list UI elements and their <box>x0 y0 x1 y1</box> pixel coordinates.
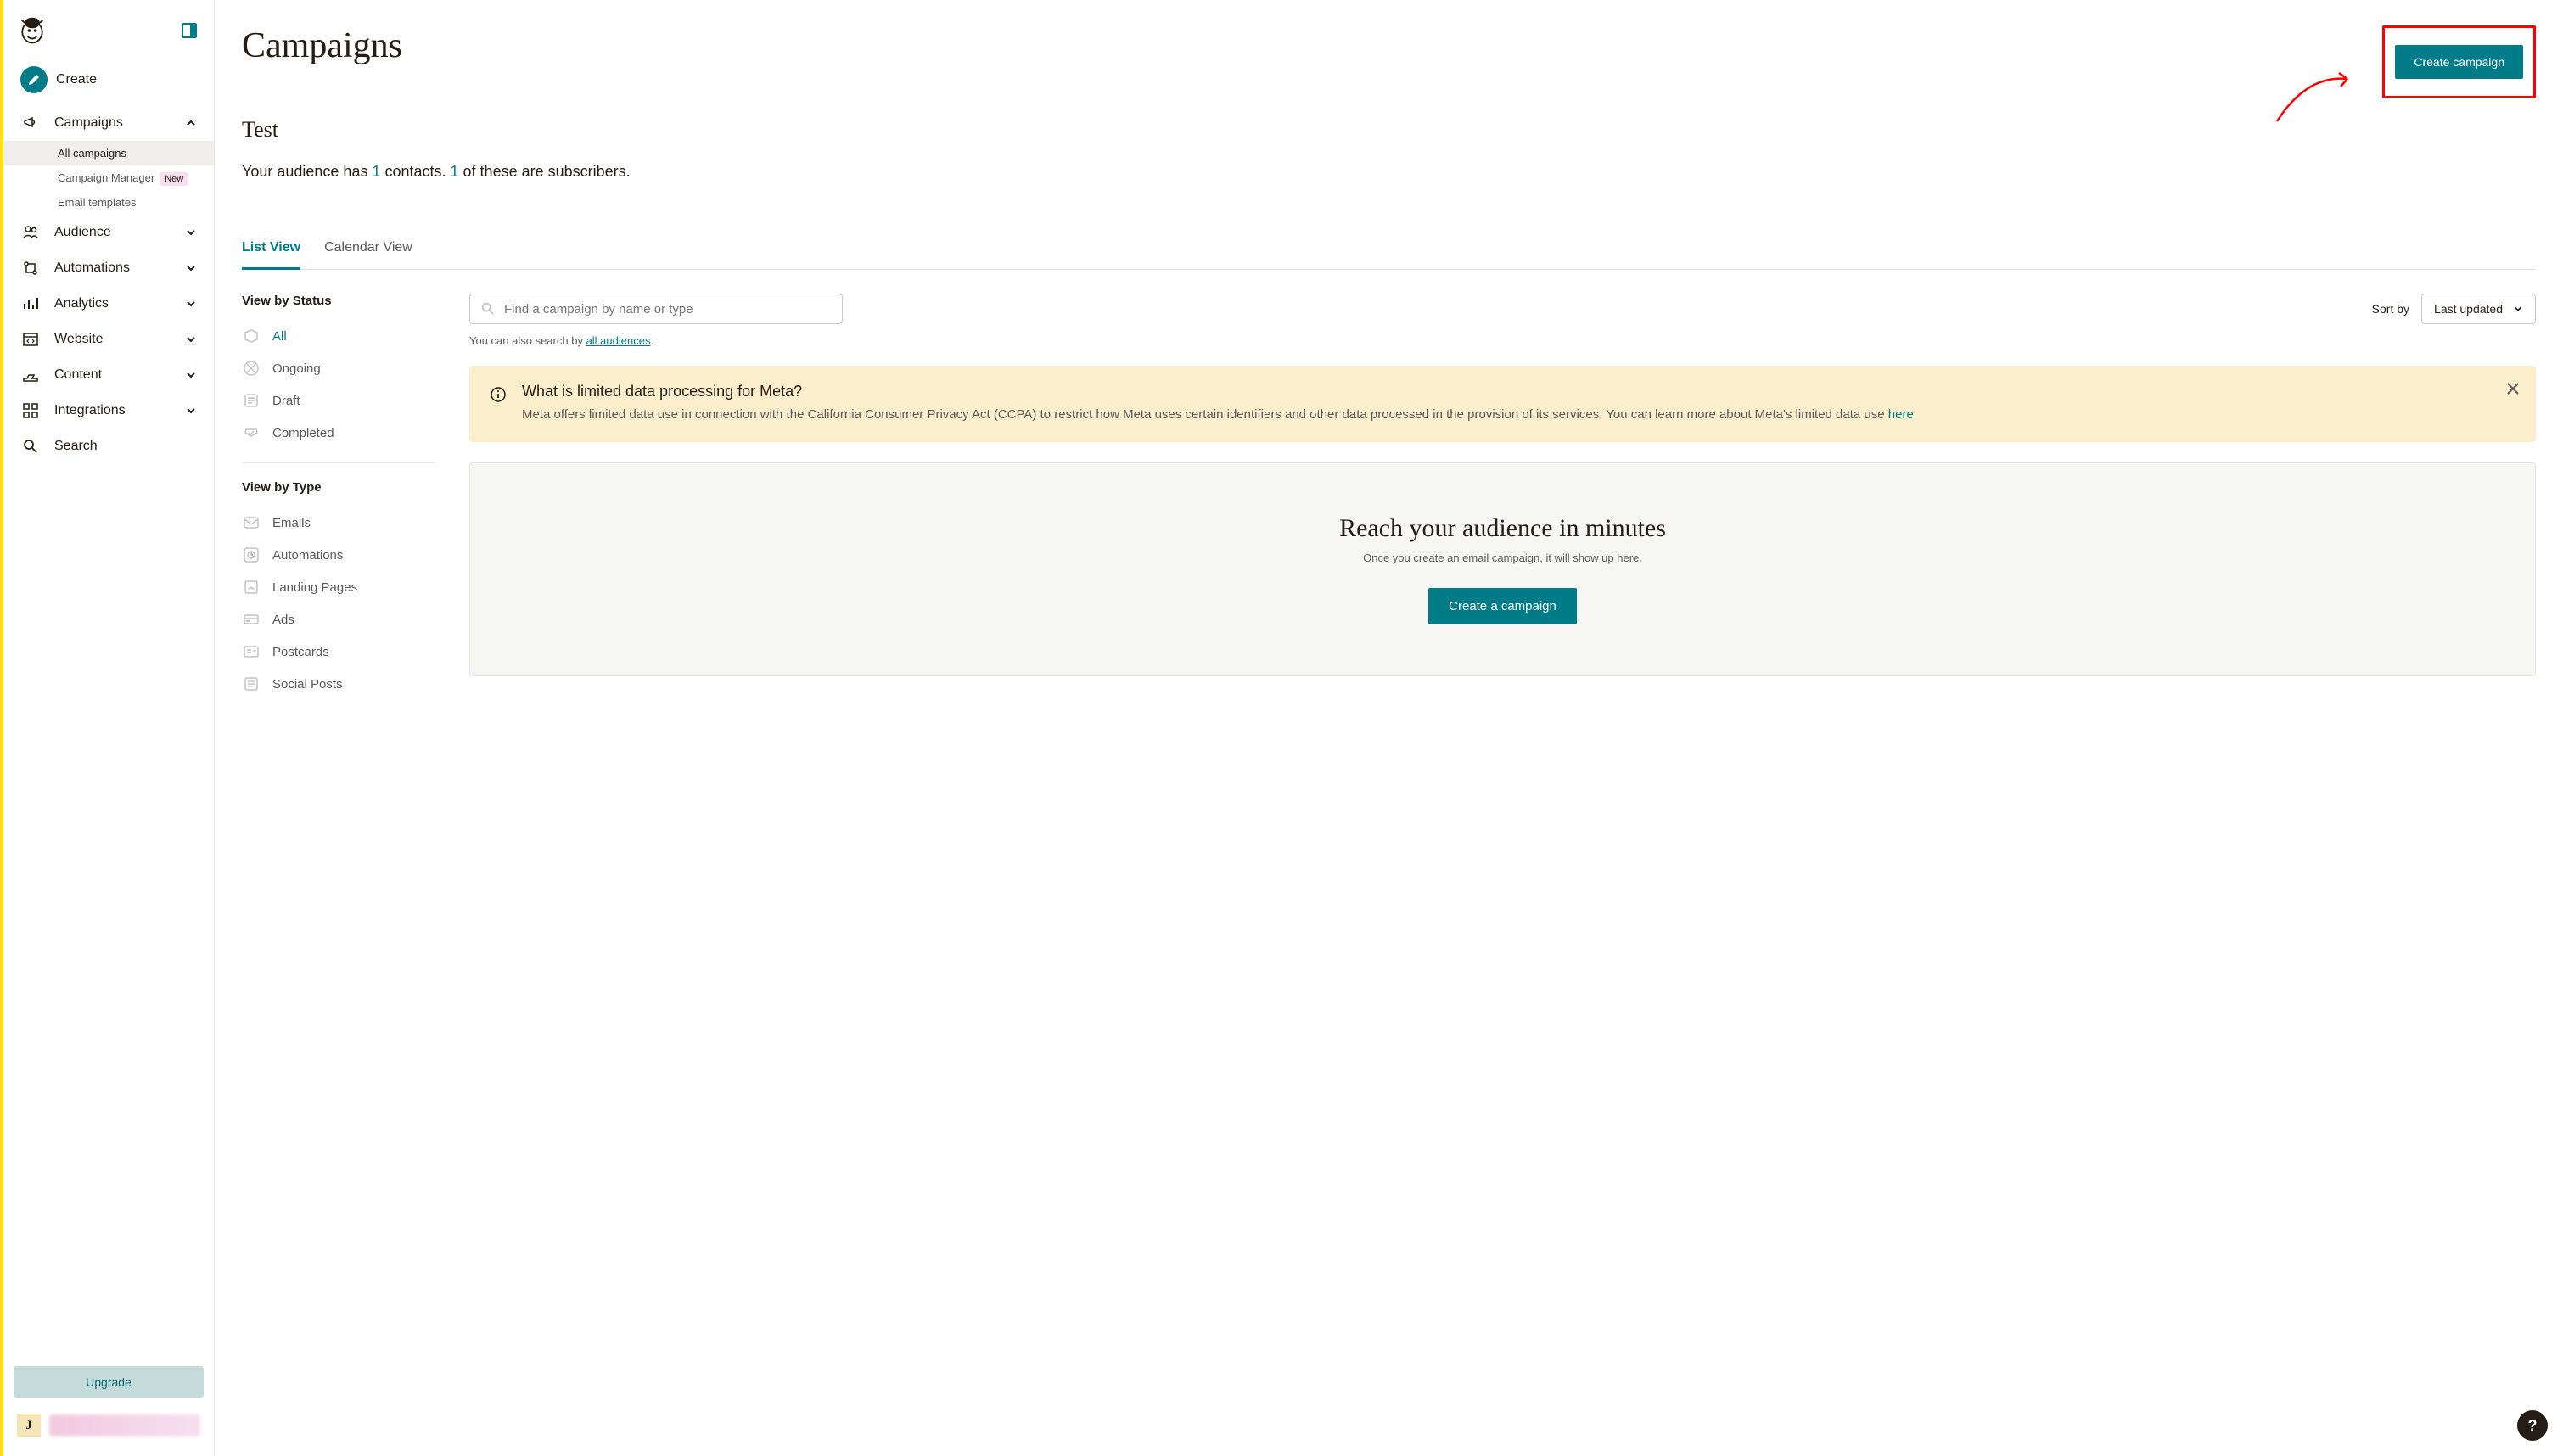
audience-summary: Your audience has 1 contacts. 1 of these… <box>242 163 2536 181</box>
notice-here-link[interactable]: here <box>1888 407 1914 422</box>
chevron-down-icon <box>185 405 197 417</box>
sidebar-item-campaigns[interactable]: Campaigns <box>3 105 214 141</box>
chevron-down-icon <box>185 298 197 310</box>
filter-type-social-posts[interactable]: Social Posts <box>242 668 435 700</box>
sidebar-item-automations[interactable]: Automations <box>3 250 214 286</box>
user-account-row[interactable]: J <box>14 1405 204 1446</box>
filter-type-landing-pages[interactable]: Landing Pages <box>242 571 435 603</box>
type-heading: View by Type <box>242 480 435 495</box>
info-icon <box>490 386 507 425</box>
website-icon <box>20 331 41 348</box>
empty-state: Reach your audience in minutes Once you … <box>469 462 2536 676</box>
chevron-down-icon <box>2513 304 2523 314</box>
annotation-highlight-box: Create campaign <box>2382 25 2536 98</box>
ads-icon <box>242 610 261 629</box>
filter-type-automations[interactable]: Automations <box>242 539 435 571</box>
landing-page-icon <box>242 578 261 596</box>
create-a-campaign-button[interactable]: Create a campaign <box>1428 588 1577 624</box>
search-icon <box>20 438 41 455</box>
automations-icon <box>20 260 41 277</box>
filters-panel: View by Status All Ongoing Draft Complet… <box>242 294 435 700</box>
redacted-username <box>49 1414 200 1436</box>
analytics-icon <box>20 295 41 312</box>
search-input[interactable] <box>504 302 832 316</box>
filter-status-completed[interactable]: Completed <box>242 417 435 449</box>
social-icon <box>242 675 261 693</box>
sidebar-item-content[interactable]: Content <box>3 357 214 393</box>
create-campaign-button[interactable]: Create campaign <box>2395 45 2523 79</box>
main-content: Campaigns Create campaign Test Your audi… <box>215 0 2563 1456</box>
empty-subtitle: Once you create an email campaign, it wi… <box>487 552 2518 564</box>
sidebar-collapse-icon[interactable] <box>182 23 197 38</box>
sidebar-item-analytics[interactable]: Analytics <box>3 286 214 322</box>
chevron-up-icon <box>185 117 197 129</box>
chevron-down-icon <box>185 227 197 238</box>
contact-count: 1 <box>372 163 380 180</box>
sidebar-item-website[interactable]: Website <box>3 322 214 357</box>
pencil-icon <box>20 66 48 93</box>
help-fab[interactable]: ? <box>2517 1410 2548 1441</box>
tab-calendar-view[interactable]: Calendar View <box>324 232 412 269</box>
chevron-down-icon <box>185 333 197 345</box>
new-badge: New <box>160 172 188 186</box>
filter-status-draft[interactable]: Draft <box>242 384 435 417</box>
nav-label: Integrations <box>54 403 126 418</box>
search-box[interactable] <box>469 294 843 324</box>
filter-type-ads[interactable]: Ads <box>242 603 435 636</box>
nav-label: Website <box>54 332 104 347</box>
sub-item-campaign-manager[interactable]: Campaign ManagerNew <box>3 165 214 190</box>
sub-item-email-templates[interactable]: Email templates <box>3 190 214 215</box>
page-title: Campaigns <box>242 25 402 66</box>
completed-icon <box>242 423 261 442</box>
create-nav-item[interactable]: Create <box>3 59 214 105</box>
all-icon <box>242 327 261 345</box>
close-icon[interactable] <box>2505 381 2521 396</box>
filter-type-postcards[interactable]: Postcards <box>242 636 435 668</box>
audience-icon <box>20 224 41 241</box>
email-icon <box>242 513 261 532</box>
megaphone-icon <box>20 115 41 132</box>
postcard-icon <box>242 642 261 661</box>
audience-name: Test <box>242 117 2536 143</box>
automation-type-icon <box>242 546 261 564</box>
info-notice: What is limited data processing for Meta… <box>469 366 2536 442</box>
nav-label: Search <box>54 439 98 454</box>
nav-label: Content <box>54 367 102 383</box>
avatar: J <box>17 1414 41 1437</box>
draft-icon <box>242 391 261 410</box>
filter-status-all[interactable]: All <box>242 320 435 352</box>
integrations-icon <box>20 402 41 419</box>
sort-label: Sort by <box>2372 302 2409 316</box>
sidebar: Create Campaigns All campaigns Campaign … <box>0 0 215 1456</box>
subscriber-count: 1 <box>451 163 459 180</box>
notice-body: Meta offers limited data use in connecti… <box>522 406 1914 425</box>
filter-status-ongoing[interactable]: Ongoing <box>242 352 435 384</box>
search-hint: You can also search by all audiences. <box>469 334 2536 347</box>
sort-select[interactable]: Last updated <box>2421 294 2536 324</box>
notice-title: What is limited data processing for Meta… <box>522 383 1914 400</box>
status-heading: View by Status <box>242 294 435 308</box>
chevron-down-icon <box>185 369 197 381</box>
nav-label: Campaigns <box>54 115 123 131</box>
nav-label: Automations <box>54 260 130 276</box>
upgrade-button[interactable]: Upgrade <box>14 1366 204 1398</box>
sub-item-all-campaigns[interactable]: All campaigns <box>3 141 214 165</box>
chevron-down-icon <box>185 262 197 274</box>
nav-label: Audience <box>54 225 111 240</box>
tab-list-view[interactable]: List View <box>242 232 300 270</box>
all-audiences-link[interactable]: all audiences <box>586 334 651 347</box>
ongoing-icon <box>242 359 261 378</box>
content-icon <box>20 367 41 384</box>
sidebar-item-integrations[interactable]: Integrations <box>3 393 214 428</box>
filter-type-emails[interactable]: Emails <box>242 507 435 539</box>
sidebar-item-search[interactable]: Search <box>3 428 214 464</box>
create-label: Create <box>56 72 97 87</box>
mailchimp-logo[interactable] <box>17 15 48 46</box>
empty-title: Reach your audience in minutes <box>487 514 2518 543</box>
view-tabs: List View Calendar View <box>242 232 2536 270</box>
search-icon <box>480 301 496 316</box>
nav-label: Analytics <box>54 296 109 311</box>
sidebar-item-audience[interactable]: Audience <box>3 215 214 250</box>
